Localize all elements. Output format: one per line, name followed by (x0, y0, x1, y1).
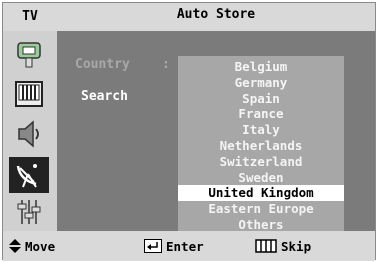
enter-icon (144, 239, 162, 253)
country-option[interactable]: Spain (178, 91, 344, 107)
country-option[interactable]: Switzerland (178, 154, 344, 170)
country-option[interactable]: Belgium (178, 59, 344, 75)
footer-bar: Move Enter Skip (3, 231, 375, 261)
move-hint: Move (9, 231, 55, 261)
tv-label: TV (22, 9, 38, 24)
country-option[interactable]: Eastern Europe (178, 201, 344, 217)
up-down-arrow-icon (9, 239, 21, 253)
country-option[interactable]: Italy (178, 122, 344, 138)
search-menu-item[interactable]: Search (81, 89, 128, 104)
skip-hint: Skip (255, 231, 311, 261)
country-colon: : (162, 57, 170, 72)
country-option[interactable]: France (178, 106, 344, 122)
channel-icon[interactable] (9, 157, 49, 193)
enter-label: Enter (166, 238, 204, 254)
skip-label: Skip (281, 238, 312, 254)
country-option[interactable]: Sweden (178, 170, 344, 186)
country-label: Country (75, 57, 130, 72)
input-icon[interactable] (12, 39, 46, 73)
country-option[interactable]: Germany (178, 75, 344, 91)
header-bar: TV Auto Store (3, 3, 375, 31)
country-option[interactable]: Netherlands (178, 138, 344, 154)
country-option[interactable]: United Kingdom (178, 185, 344, 202)
enter-hint: Enter (144, 231, 204, 261)
osd-window: TV Auto Store Country: Search Belgium G… (2, 2, 376, 261)
skip-icon (255, 239, 277, 253)
sound-icon[interactable] (12, 117, 46, 151)
setup-icon[interactable] (12, 195, 46, 229)
sidebar (3, 31, 57, 231)
country-dropdown[interactable]: Belgium Germany Spain France Italy Netherland… (178, 56, 344, 233)
page-title: Auto Store (176, 7, 256, 22)
picture-icon[interactable] (12, 77, 46, 111)
move-label: Move (25, 238, 56, 254)
